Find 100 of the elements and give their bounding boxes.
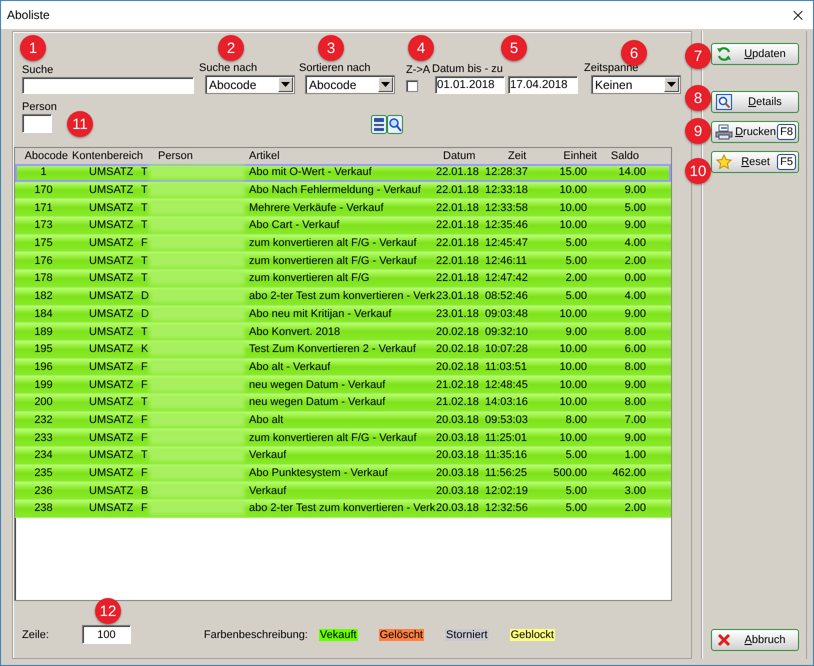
close-button[interactable]: × — [783, 2, 813, 28]
column-header[interactable]: Zeit — [485, 150, 539, 162]
column-header[interactable]: Saldo — [599, 150, 654, 162]
date-field[interactable]: 17.04.2018 — [508, 76, 578, 94]
table-cell: T — [141, 326, 148, 338]
table-cell-text: 20.02.18 — [435, 360, 480, 373]
legend-label: Farbenbeschreibung: — [204, 628, 308, 640]
table-cell-text: 12:47:42 — [485, 272, 529, 284]
table-row[interactable]: 233 UMSATZ F zum konvertieren alt F/G - Verkauf 20.03.18 11:25:01 10.00 9.00 — [15, 429, 671, 447]
time-span-dropdown[interactable]: Keinen — [591, 75, 681, 94]
table-cell: F — [141, 467, 148, 480]
table-row[interactable]: 200 UMSATZ T neu wegen Datum - Verkauf 21.02.18 14:03:16 10.00 8.00 — [15, 394, 671, 412]
table-cell-text: 11:56:25 — [485, 467, 528, 480]
number-badge: 12 — [95, 598, 121, 624]
table-cell-text: 462.00 — [611, 467, 647, 480]
table-row[interactable]: 234 UMSATZ T Verkauf 20.03.18 11:35:16 5.00 1.00 — [15, 447, 671, 465]
table-cell-text: 6.00 — [624, 343, 647, 356]
table-cell: T — [141, 166, 148, 178]
table-row[interactable]: 235 UMSATZ F Abo Punktesystem - Verkauf 20.03.18 11:56:25 500.00 462.00 — [15, 464, 671, 482]
table-cell-text: UMSATZ — [88, 219, 134, 232]
table-cell-text: 8.00 — [624, 326, 647, 338]
table-cell-text: 22.01.18 — [435, 202, 480, 214]
action-button[interactable]: Reset F5 — [711, 151, 799, 173]
table-cell-text: 09:03:48 — [485, 308, 529, 320]
rows-label: Zeile: — [22, 628, 49, 640]
number-badge: 7 — [685, 43, 711, 69]
table-row[interactable]: 189 UMSATZ T Abo Konvert. 2018 20.02.18 09:32:10 9.00 8.00 — [15, 323, 671, 341]
table-cell-text: 12:48:45 — [485, 378, 529, 391]
legend-item: Vekauft — [318, 628, 358, 640]
cancel-button[interactable]: Abbruch — [711, 629, 799, 651]
table-row[interactable]: 184 UMSATZ D Abo neu mit Kritijan - Verkauf 23.01.18 09:03:48 10.00 9.00 — [15, 306, 671, 324]
table-cell-text: 20.03.18 — [435, 449, 480, 462]
table-cell-text: 14.00 — [617, 166, 647, 178]
table-row[interactable]: 236 UMSATZ B Verkauf 20.03.18 12:02:19 5.00 3.00 — [15, 482, 671, 500]
table-cell-text: UMSATZ — [88, 254, 134, 267]
table-row[interactable]: 238 UMSATZ F abo 2-ter Test zum konvertieren - Verk20.03.18 12:32:56 5.00 2.00 — [15, 500, 671, 518]
number-badge: 5 — [501, 35, 527, 61]
table-cell-text: UMSATZ — [88, 290, 134, 302]
table-cell-text: 11:03:51 — [485, 360, 528, 373]
field-label: Sortieren nach — [299, 61, 372, 75]
table-row[interactable]: 175 UMSATZ F zum konvertieren alt F/G - Verkauf 22.01.18 12:45:47 5.00 4.00 — [15, 234, 671, 252]
table-cell-text: UMSATZ — [88, 360, 134, 373]
column-header[interactable]: Artikel — [247, 150, 433, 162]
action-button[interactable]: Updaten — [711, 43, 799, 65]
table-cell-text: 3.00 — [624, 484, 647, 497]
sort-by-dropdown[interactable]: Abocode — [305, 75, 395, 94]
action-button[interactable]: Drucken F8 — [711, 121, 799, 143]
table-cell-text: 184 — [33, 308, 54, 320]
list-search-icon[interactable] — [370, 115, 403, 134]
legend-item: Gelöscht — [378, 628, 424, 640]
table-cell-text: 234 — [33, 449, 54, 462]
number-badge: 10 — [685, 158, 711, 184]
table-cell-text: Abo Cart - Verkauf — [248, 219, 340, 232]
table-cell-text: 11:25:01 — [485, 432, 528, 444]
field-label: Z->A — [406, 63, 428, 77]
table-cell-text: 199 — [33, 378, 54, 391]
table-row[interactable]: 170 UMSATZ T Abo Nach Fehlermeldung - Verkauf 22.01.18 12:33:18 10.00 9.00 — [15, 182, 671, 200]
table-row[interactable]: 182 UMSATZ D abo 2-ter Test zum konvertieren - Verk23.01.18 08:52:46 5.00 4.00 — [15, 288, 671, 306]
table-cell-text: 2.00 — [564, 272, 588, 284]
search-by-dropdown[interactable]: Abocode — [205, 75, 295, 94]
search-field[interactable] — [22, 77, 194, 94]
table-cell-text: 12:33:18 — [485, 184, 529, 196]
column-header[interactable]: Einheit — [539, 150, 599, 162]
number-badge: 6 — [621, 40, 647, 66]
column-header[interactable]: Kontenbereich — [68, 150, 144, 162]
dropdown-arrow-icon — [281, 82, 290, 87]
table-cell: F — [141, 378, 148, 391]
table-cell-text: 23.01.18 — [435, 308, 480, 320]
star-icon — [716, 154, 732, 170]
column-header[interactable]: Person — [144, 150, 247, 162]
column-header[interactable]: Datum — [433, 150, 485, 162]
table-row[interactable]: 1 UMSATZ T Abo mit O-Wert - Verkauf 22.01.18 12:28:37 15.00 14.00 — [15, 164, 671, 182]
table-cell: F — [141, 432, 148, 444]
table-row[interactable]: 199 UMSATZ F neu wegen Datum - Verkauf 21.02.18 12:48:45 10.00 9.00 — [15, 376, 671, 394]
field-label: Datum bis - zu — [432, 62, 504, 76]
number-badge: 2 — [218, 35, 244, 61]
table-cell-text: 175 — [33, 237, 54, 250]
date-field[interactable]: 01.01.2018 — [435, 76, 505, 94]
number-badge: 3 — [318, 35, 344, 61]
table-row[interactable]: 173 UMSATZ T Abo Cart - Verkauf 22.01.18 12:35:46 10.00 9.00 — [15, 217, 671, 235]
table-row[interactable]: 178 UMSATZ T zum konvertieren alt F/G 22.01.18 12:47:42 2.00 0.00 — [15, 270, 671, 288]
table-row[interactable]: 176 UMSATZ T zum konvertieren alt F/G - Verkauf 22.01.18 12:46:11 5.00 2.00 — [15, 252, 671, 270]
table-cell-text: 4.00 — [624, 237, 647, 250]
table-cell: B — [141, 484, 148, 497]
table-row[interactable]: 196 UMSATZ F Abo alt - Verkauf 20.02.18 11:03:51 10.00 8.00 — [15, 358, 671, 376]
field-label: Person — [22, 100, 57, 114]
checkbox[interactable] — [406, 80, 418, 92]
table-cell: T — [141, 184, 148, 196]
action-button[interactable]: Details — [711, 91, 799, 113]
table-row[interactable]: 171 UMSATZ T Mehrere Verkäufe - Verkauf 22.01.18 12:33:58 10.00 5.00 — [15, 199, 671, 218]
table-cell-text: 236 — [33, 484, 54, 497]
table-cell-text: 22.01.18 — [435, 219, 480, 232]
table-cell-text: 10.00 — [558, 184, 588, 196]
column-header[interactable]: Abocode — [15, 150, 68, 162]
rows-field[interactable]: 100 — [82, 625, 131, 644]
table-row[interactable]: 232 UMSATZ F Abo alt 20.03.18 09:53:03 8.00 7.00 — [15, 412, 671, 430]
person-field[interactable] — [22, 114, 52, 133]
table-cell-text: 8.00 — [564, 414, 588, 426]
table-row[interactable]: 195 UMSATZ K Test Zum Konvertieren 2 - Verkauf 20.02.18 10:07:28 10.00 6.00 — [15, 340, 671, 359]
table-cell-text: 8.00 — [624, 360, 647, 373]
